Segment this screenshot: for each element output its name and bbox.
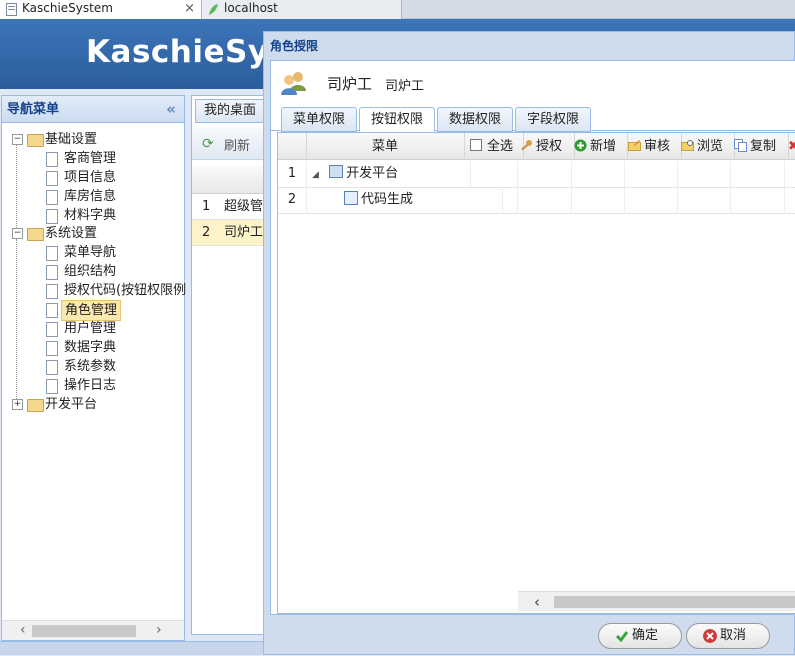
scroll-left-icon[interactable]: ‹ [20, 622, 26, 638]
browser-tab-label: localhost [224, 1, 278, 15]
tree-group-label: 基础设置 [45, 132, 98, 147]
role-auth-dialog: 角色授限 司炉工 司炉工 菜单权限 按钮权限 数据权限 字段权限 菜单 全选 授… [263, 31, 795, 655]
tree-line [16, 239, 17, 409]
authorize-column-header[interactable]: 授权 [517, 133, 575, 160]
grid-header: 菜单 全选 授权 新增 审核 浏览 复制 ✖ [278, 133, 795, 160]
scroll-right-icon[interactable]: › [156, 622, 162, 638]
row-number: 1 [278, 161, 307, 187]
add-column-header[interactable]: 新增 [571, 133, 628, 160]
window-icon [329, 165, 344, 178]
table-row[interactable]: 1 ◢ 开发平台 [278, 161, 795, 188]
tree-expand-icon[interactable]: ◢ [312, 170, 319, 180]
leaf-icon [209, 4, 218, 15]
tree-line [16, 144, 17, 238]
document-icon [46, 284, 58, 299]
check-icon [615, 631, 629, 643]
folder-edit-icon [628, 140, 641, 151]
status-bar [0, 641, 263, 655]
document-icon [46, 322, 58, 337]
tree-group-label: 系统设置 [45, 226, 98, 241]
dialog-footer: 确定 取消 [264, 618, 794, 656]
select-all-header[interactable]: 全选 [464, 133, 524, 160]
document-icon [46, 360, 58, 375]
tab-data-permission[interactable]: 数据权限 [437, 107, 513, 132]
key-icon [521, 140, 532, 151]
refresh-icon[interactable]: ⟳ [202, 136, 214, 152]
cancel-button[interactable]: 取消 [686, 623, 770, 649]
menu-column-header: 菜单 [306, 133, 465, 160]
delete-icon[interactable]: ✖ [784, 133, 795, 160]
nav-header: 导航菜单 « [2, 96, 184, 123]
view-column-header[interactable]: 浏览 [677, 133, 735, 160]
document-icon [46, 265, 58, 280]
browser-tab-localhost[interactable]: localhost [202, 0, 402, 19]
button-permission-grid: 菜单 全选 授权 新增 审核 浏览 复制 ✖ [277, 132, 795, 614]
document-icon [46, 190, 58, 205]
document-icon [46, 152, 58, 167]
audit-column-header[interactable]: 审核 [624, 133, 682, 160]
grid-horizontal-scrollbar[interactable]: ‹ [518, 591, 795, 611]
folder-view-icon [681, 140, 694, 151]
copy-column-header[interactable]: 复制 [730, 133, 789, 160]
dialog-title: 角色授限 [270, 39, 319, 53]
collapse-icon[interactable]: « [166, 96, 176, 123]
role-info-bar: 司炉工 司炉工 [271, 61, 795, 101]
nav-title: 导航菜单 [7, 102, 60, 117]
close-icon[interactable]: × [184, 0, 195, 17]
collapse-node-icon[interactable]: − [12, 134, 23, 145]
row-number: 2 [278, 187, 307, 213]
tree-group-label: 开发平台 [45, 397, 98, 412]
role-description: 司炉工 [385, 79, 425, 94]
add-icon [574, 139, 587, 152]
document-icon [46, 379, 58, 394]
ok-button[interactable]: 确定 [598, 623, 682, 649]
dialog-body: 司炉工 司炉工 菜单权限 按钮权限 数据权限 字段权限 菜单 全选 授权 新增 [270, 60, 795, 615]
menu-cell: ◢ 开发平台 [306, 161, 471, 187]
role-name: 司炉工 [327, 75, 373, 93]
copy-icon [734, 139, 747, 152]
permission-tabs: 菜单权限 按钮权限 数据权限 字段权限 [271, 101, 795, 132]
expand-node-icon[interactable]: + [12, 399, 23, 410]
refresh-button[interactable]: 刷新 [224, 135, 250, 154]
tab-button-permission[interactable]: 按钮权限 [359, 107, 435, 132]
page-icon [6, 3, 17, 16]
table-row[interactable]: 2 代码生成 [278, 187, 795, 214]
folder-icon [27, 134, 44, 147]
folder-icon [27, 399, 44, 412]
document-icon [46, 171, 58, 186]
row-number-header [278, 133, 307, 160]
scroll-thumb[interactable] [554, 596, 795, 608]
users-icon [281, 72, 306, 95]
tab-field-permission[interactable]: 字段权限 [515, 107, 591, 132]
document-icon [46, 303, 58, 318]
browser-tab-kaschiesystem[interactable]: KaschieSystem × [0, 0, 202, 19]
scroll-thumb[interactable] [32, 625, 136, 637]
tab-my-desktop[interactable]: 我的桌面 [195, 99, 265, 123]
document-icon [46, 246, 58, 261]
nav-panel: 导航菜单 « − 基础设置 客商管理 项目信息 库房信息 材料字典 − 系统设置… [1, 95, 186, 641]
document-icon [46, 209, 58, 224]
select-all-checkbox[interactable] [470, 139, 482, 151]
browser-tab-bar: KaschieSystem × localhost [0, 0, 795, 19]
cancel-icon [703, 629, 717, 643]
nav-horizontal-scrollbar[interactable]: ‹ › [2, 620, 184, 640]
scroll-left-icon[interactable]: ‹ [534, 593, 540, 611]
document-icon [46, 341, 58, 356]
folder-icon [27, 228, 44, 241]
tab-menu-permission[interactable]: 菜单权限 [281, 107, 357, 132]
code-gen-icon [344, 191, 358, 205]
collapse-node-icon[interactable]: − [12, 228, 23, 239]
browser-tab-label: KaschieSystem [22, 1, 113, 15]
